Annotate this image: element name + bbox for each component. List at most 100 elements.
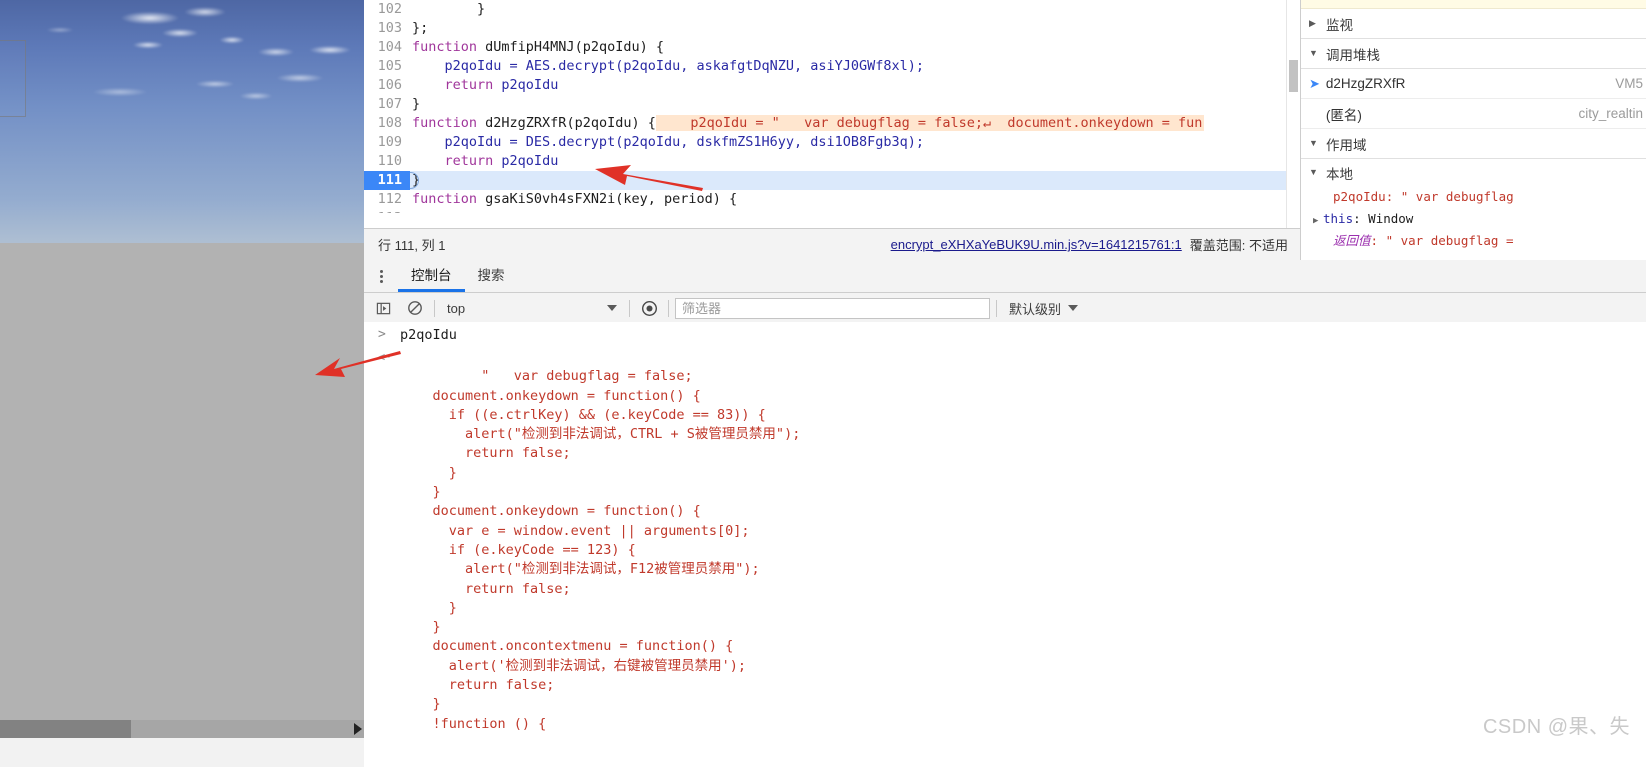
cursor-position-label: 行 111, 列 1 [378,238,446,253]
source-file-link[interactable]: encrypt_eXHXaYeBUK9U.min.js?v=1641215761… [891,237,1182,252]
code-line[interactable]: 102 } [364,0,1300,19]
line-number[interactable]: 112 [364,190,410,209]
code-line[interactable]: 106 return p2qoIdu [364,76,1300,95]
scrollbar-thumb[interactable] [0,720,131,738]
call-stack-frame-location: VM5 [1615,76,1643,91]
sidebar-toggle-icon[interactable] [370,296,396,320]
scope-var-value: Window [1368,211,1414,226]
section-call-stack-label: 调用堆栈 [1326,47,1380,63]
scope-var-this[interactable]: ▶ this: Window [1301,208,1646,230]
call-stack-frame-active[interactable]: ➤ d2HzgZRXfR VM5 [1301,69,1646,99]
chevron-down-icon [1068,305,1079,311]
call-stack-frame-name: (匿名) [1325,107,1362,123]
line-number[interactable]: 109 [364,133,410,152]
code-text: p2qoIdu = AES.decrypt(p2qoIdu, askafgtDq… [410,58,925,74]
toolbar-divider [629,299,630,317]
code-text: } [410,96,420,112]
code-token: (p2qoIdu) { [574,39,664,55]
call-stack-frame[interactable]: ➤ (匿名) city_realtin [1301,99,1646,129]
code-token: function [412,115,486,131]
code-line[interactable]: 112 function gsaKiS0vh4sFXN2i(key, period… [364,190,1300,209]
clear-console-icon[interactable] [402,296,428,320]
execution-context-select[interactable]: top [441,296,623,320]
console-result-entry[interactable]: <· " var debugflag = false; document.onke… [364,348,1646,753]
section-watch[interactable]: ▶ 监视 [1301,9,1646,39]
code-line[interactable]: 107} [364,95,1300,114]
scope-var-colon: : [1370,233,1386,248]
chevron-down-icon: ▼ [1309,138,1318,148]
code-line-current[interactable]: 111} [364,171,1300,190]
call-stack-frame-location: city_realtin [1578,106,1643,121]
page-horizontal-scrollbar[interactable] [0,720,364,738]
code-line[interactable]: 113 [364,209,1300,213]
scope-local-group[interactable]: ▼ 本地 [1301,159,1646,186]
line-number[interactable]: 110 [364,152,410,171]
scope-var-value: " var debugflag = [1385,233,1514,248]
tab-console[interactable]: 控制台 [398,260,465,292]
code-line[interactable]: 110 return p2qoIdu [364,152,1300,171]
code-text: return p2qoIdu [410,153,559,169]
code-token: }; [412,20,429,36]
code-token: gsaKiS0vh4sFXN2i [485,191,616,207]
log-level-select[interactable]: 默认级别 [1003,296,1084,320]
code-vertical-scrollbar[interactable] [1286,0,1300,247]
section-scope[interactable]: ▼ 作用域 [1301,129,1646,159]
code-editor[interactable]: 102 } 103}; 104 function dUmfipH4MNJ(p2qoId… [364,0,1300,213]
code-line[interactable]: 105 p2qoIdu = AES.decrypt(p2qoIdu, askaf… [364,57,1300,76]
console-input-entry[interactable]: > p2qoIdu [364,322,1646,348]
code-token: p2qoIdu [493,77,559,93]
result-arrow-icon: <· [378,350,393,364]
tab-search[interactable]: 搜索 [465,260,518,292]
scope-var-value: " var debugflag [1400,189,1514,204]
code-token: (key, period) { [615,191,738,207]
live-expression-icon[interactable] [636,296,662,320]
line-number[interactable]: 107 [364,95,410,114]
code-line[interactable]: 108 function d2HzgZRXfR(p2qoIdu) { p2qoId… [364,114,1300,133]
filter-input[interactable] [675,297,990,319]
chevron-right-icon[interactable]: ▶ [1313,210,1323,230]
scope-var-p2qoIdu[interactable]: p2qoIdu: " var debugflag [1301,186,1646,208]
code-line[interactable]: 104 function dUmfipH4MNJ(p2qoIdu) { [364,38,1300,57]
line-number[interactable]: 106 [364,76,410,95]
sidebar-scrollbar-thumb[interactable] [1300,70,1301,100]
desktop-background [0,0,364,767]
chevron-down-icon: ▼ [1309,48,1318,58]
cloud-texture [0,0,364,120]
scroll-right-arrow-icon[interactable] [354,723,362,735]
toolbar-divider [434,299,435,317]
code-token: function [412,191,486,207]
code-line[interactable]: 103}; [364,19,1300,38]
more-options-icon[interactable] [370,269,392,283]
toolbar-divider [668,299,669,317]
call-stack-frame-name: d2HzgZRXfR [1325,76,1406,91]
code-line[interactable]: 109 p2qoIdu = DES.decrypt(p2qoIdu, dskfm… [364,133,1300,152]
scrollbar-thumb[interactable] [1289,60,1298,92]
code-text: function dUmfipH4MNJ(p2qoIdu) { [410,39,664,55]
line-number[interactable]: 102 [364,0,410,19]
section-call-stack[interactable]: ▼ 调用堆栈 [1301,39,1646,69]
console-result-text: " var debugflag = false; document.onkeyd… [432,368,801,732]
chevron-right-icon: ▶ [1309,18,1316,28]
code-text: function gsaKiS0vh4sFXN2i(key, period) { [410,191,737,207]
console-toolbar: top 默认级别 [364,293,1646,324]
code-token: p2qoIdu = AES.decrypt(p2qoIdu, askafgtDq… [412,58,925,74]
line-number[interactable]: 103 [364,19,410,38]
scope-local-label: 本地 [1326,166,1353,182]
code-token: (p2qoIdu) { [566,115,656,131]
line-number[interactable]: 105 [364,57,410,76]
line-number[interactable]: 113 [364,209,410,213]
inline-value-tooltip: p2qoIdu = " var debugflag = false;↵ docu… [655,115,1205,131]
line-number[interactable]: 108 [364,114,410,133]
line-number[interactable]: 104 [364,38,410,57]
code-token: p2qoIdu [493,153,559,169]
code-text: return p2qoIdu [410,77,559,93]
console-output-area[interactable]: > p2qoIdu <· " var debugflag = false; doc… [364,322,1646,767]
scope-var-return[interactable]: 返回值: " var debugflag = [1301,230,1646,252]
desktop-bottom-strip [0,738,364,767]
devtools-window: 102 } 103}; 104 function dUmfipH4MNJ(p2qoId… [364,0,1646,767]
line-number[interactable]: 111 [364,171,410,190]
scope-var-colon: : [1353,211,1369,226]
